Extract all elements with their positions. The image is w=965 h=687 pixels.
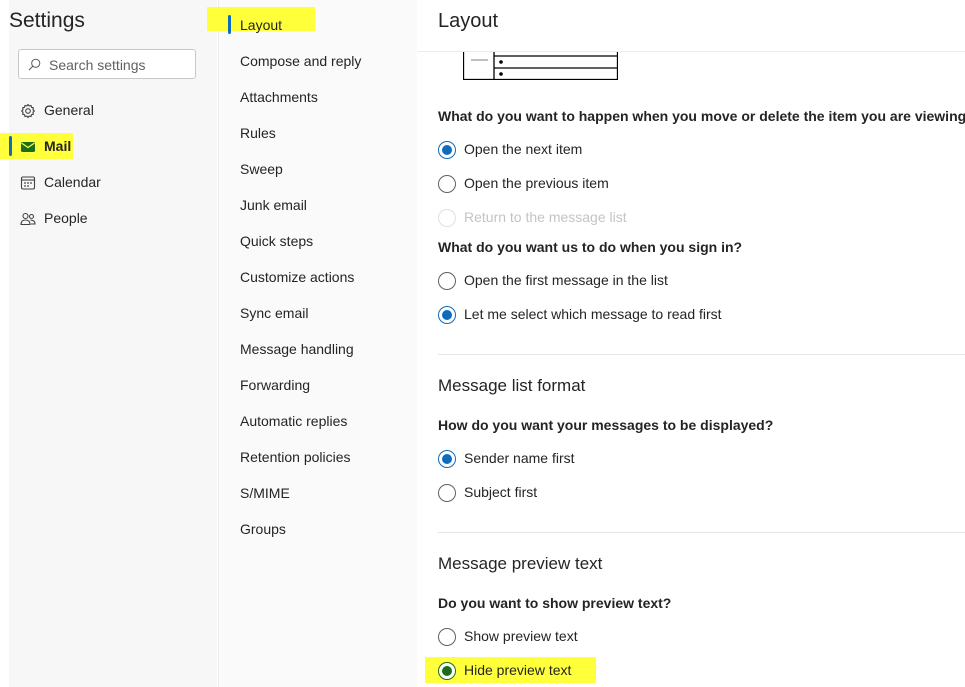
nav-item-calendar[interactable]: Calendar: [9, 167, 217, 199]
radio-label: Subject first: [464, 484, 538, 500]
radio-circle[interactable]: [438, 175, 456, 193]
subnav-item-retention-policies[interactable]: Retention policies: [240, 449, 351, 465]
subnav-item-junk-email[interactable]: Junk email: [240, 197, 307, 213]
selection-indicator: [228, 15, 231, 34]
subnav-item-customize-actions[interactable]: Customize actions: [240, 269, 354, 285]
radio-label: Let me select which message to read firs…: [464, 306, 722, 322]
section-divider: [438, 354, 965, 355]
subnav-item-groups[interactable]: Groups: [240, 521, 286, 537]
message-preview-text-heading: Message preview text: [438, 554, 603, 573]
gear-icon: [21, 103, 35, 119]
radio-circle: [438, 209, 456, 227]
radio-circle[interactable]: [438, 484, 456, 502]
mail-icon: [21, 142, 35, 152]
people-icon: [20, 212, 36, 226]
subnav-item-layout[interactable]: Layout: [240, 17, 282, 33]
subnav-item-rules[interactable]: Rules: [240, 125, 276, 141]
section-divider: [438, 532, 965, 533]
page-title: Layout: [438, 10, 499, 32]
nav-item-people[interactable]: People: [9, 203, 217, 235]
subnav-item-forwarding[interactable]: Forwarding: [240, 377, 310, 393]
message-list-format-heading: Message list format: [438, 376, 586, 395]
radio-circle[interactable]: [438, 306, 456, 324]
move-delete-question: What do you want to happen when you move…: [438, 108, 965, 124]
radio-circle[interactable]: [438, 662, 456, 680]
radio-circle[interactable]: [438, 141, 456, 159]
radio-circle[interactable]: [438, 272, 456, 290]
settings-content-pane: [418, 0, 965, 687]
subnav-item-attachments[interactable]: Attachments: [240, 89, 318, 105]
search-icon: [28, 58, 41, 71]
radio-label: Open the next item: [464, 141, 583, 157]
nav-item-label: General: [44, 102, 94, 118]
radio-label: Return to the message list: [464, 209, 627, 225]
nav-item-label: People: [44, 210, 88, 226]
calendar-icon: [20, 176, 36, 190]
nav-item-label: Mail: [44, 138, 72, 154]
radio-label: Open the first message in the list: [464, 272, 668, 288]
layout-preview-image: [463, 52, 618, 80]
nav-item-label: Calendar: [44, 174, 101, 190]
message-list-format-question: How do you want your messages to be disp…: [438, 417, 774, 433]
sign-in-question: What do you want us to do when you sign …: [438, 239, 743, 255]
radio-label: Sender name first: [464, 450, 575, 466]
subnav-item-message-handling[interactable]: Message handling: [240, 341, 354, 357]
subnav-item-compose-and-reply[interactable]: Compose and reply: [240, 53, 361, 69]
nav-item-general[interactable]: General: [9, 95, 217, 127]
search-input[interactable]: [47, 54, 195, 76]
preview-text-question: Do you want to show preview text?: [438, 595, 672, 611]
radio-label: Show preview text: [464, 628, 578, 644]
search-box[interactable]: [18, 49, 196, 79]
nav-item-mail[interactable]: Mail: [9, 131, 217, 163]
radio-label: Open the previous item: [464, 175, 609, 191]
radio-circle[interactable]: [438, 450, 456, 468]
subnav-item-sweep[interactable]: Sweep: [240, 161, 283, 177]
subnav-item-automatic-replies[interactable]: Automatic replies: [240, 413, 347, 429]
subnav-item-sync-email[interactable]: Sync email: [240, 305, 308, 321]
radio-label: Hide preview text: [464, 662, 572, 678]
settings-title: Settings: [9, 9, 85, 32]
subnav-item-quick-steps[interactable]: Quick steps: [240, 233, 313, 249]
radio-circle[interactable]: [438, 628, 456, 646]
subnav-item-smime[interactable]: S/MIME: [240, 485, 290, 501]
